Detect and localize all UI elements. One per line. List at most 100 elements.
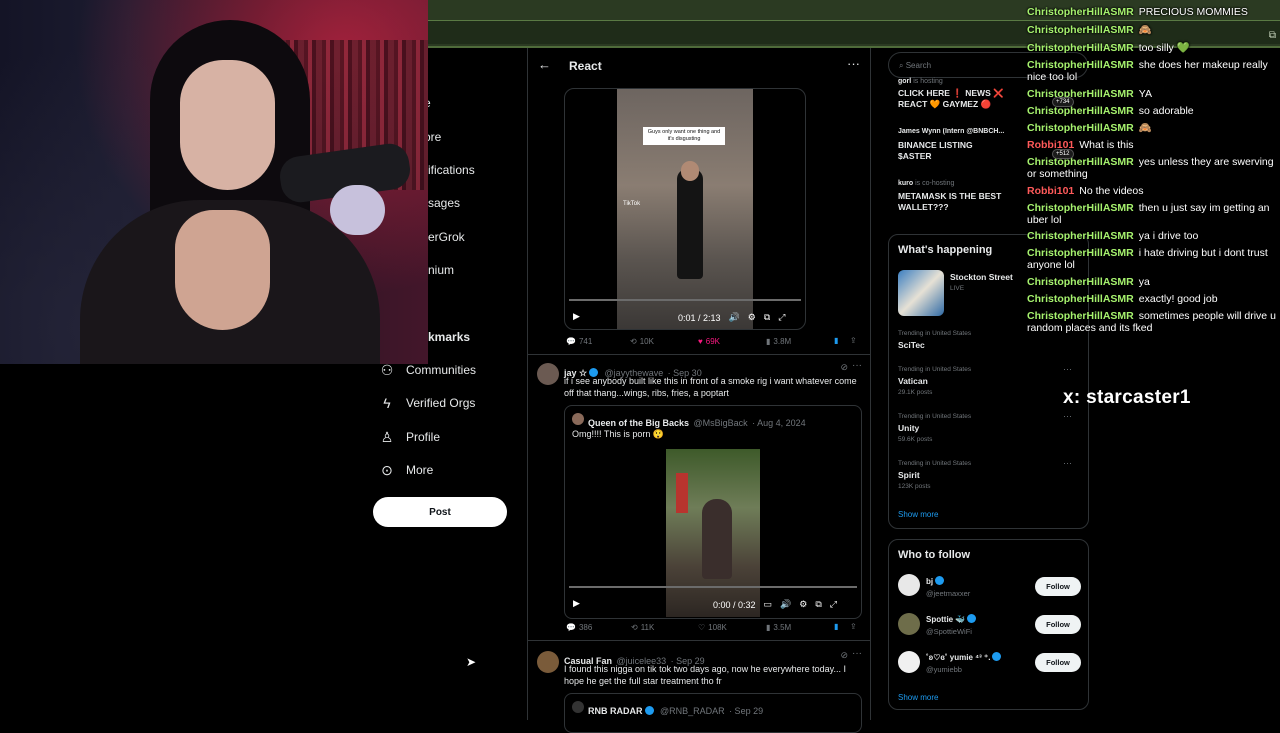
like-button[interactable]: ♡ 108K [698, 623, 727, 632]
play-icon[interactable]: ▶ [573, 311, 580, 322]
quote-author: RNB RADAR @RNB_RADAR · Sep 29 [588, 701, 763, 719]
reply-button[interactable]: 💬 741 [566, 337, 592, 346]
share-icon[interactable]: ⇪ [850, 336, 857, 345]
follow-button[interactable]: Follow [1035, 577, 1081, 596]
avatar[interactable] [898, 613, 920, 635]
back-arrow-icon[interactable]: ← [538, 57, 551, 72]
trend-name: Vatican [898, 376, 928, 386]
avatar[interactable] [898, 651, 920, 673]
account-handle[interactable]: @jeetmaxxer [926, 589, 970, 598]
nav-item-supergrok[interactable]: erGrok [428, 227, 465, 247]
avatar[interactable] [537, 651, 559, 673]
space-status: is co-hosting [915, 180, 955, 187]
video-player[interactable]: Guys only want one thing and it's disgus… [564, 88, 806, 330]
chat-username: ChristopherHillASMR [1027, 230, 1134, 242]
grok-icon[interactable]: ⊘ [840, 362, 848, 373]
space-card[interactable]: James Wynn (Intern @BNBCH... BINANCE LIS… [898, 128, 1028, 162]
more-options-icon[interactable]: ··· [1063, 411, 1072, 421]
nav-item-premium[interactable]: nium [428, 260, 454, 280]
views-button[interactable]: ▮ 3.8M [766, 337, 791, 346]
video-time: 0:00 / 0:32 [713, 599, 756, 610]
more-options-icon[interactable]: ··· [847, 56, 860, 71]
share-icon[interactable]: ⇪ [850, 622, 857, 631]
account-name[interactable]: ˚ʚ♡ɞ˚ yumie ⁴³ ⁺. [926, 652, 1003, 662]
follow-button[interactable]: Follow [1035, 653, 1081, 672]
featured-title[interactable]: Stockton Street [950, 272, 1013, 282]
pip-icon[interactable]: ⧉ [815, 599, 821, 610]
video-progress[interactable] [569, 299, 801, 301]
more-options-icon[interactable]: ··· [1063, 364, 1072, 374]
chat-username: ChristopherHillASMR [1027, 24, 1134, 36]
space-host: James Wynn (Intern @BNBCH... [898, 128, 1005, 135]
show-more-link[interactable]: Show more [898, 693, 938, 702]
quote-tweet[interactable]: RNB RADAR @RNB_RADAR · Sep 29 [564, 693, 862, 733]
show-more-link[interactable]: Show more [898, 510, 938, 519]
nav-item-verified-orgs[interactable]: ϟ Verified Orgs [378, 393, 475, 413]
bookmark-icon[interactable]: ▮ [834, 336, 838, 345]
chat-text: What is this [1079, 139, 1134, 151]
repost-button[interactable]: ⟲ 11K [631, 623, 654, 632]
quote-author-name: Queen of the Big Backs [588, 418, 690, 428]
video-frame: Guys only want one thing and it's disgus… [617, 89, 753, 329]
video-controls: 0:00 / 0:32 ▭ 🔊 ⚙ ⧉ ⤢ [713, 599, 837, 610]
video-progress[interactable] [569, 586, 857, 588]
play-icon[interactable]: ▶ [573, 598, 580, 609]
like-count: 108K [708, 623, 727, 632]
trend-item[interactable]: Trending in United States Vatican 29.1K … [898, 364, 1078, 396]
featured-thumbnail[interactable] [898, 270, 944, 316]
bookmark-icon[interactable]: ▮ [834, 622, 838, 631]
trend-item[interactable]: Trending in United States Unity 59.6K po… [898, 411, 1078, 443]
fullscreen-icon[interactable]: ⤢ [778, 312, 785, 323]
nav-label: Verified Orgs [406, 396, 476, 410]
quote-author-handle: @RNB_RADAR [659, 706, 725, 716]
nav-item-bookmarks[interactable]: kmarks [428, 327, 470, 347]
account-handle[interactable]: @SpottieWiFi [926, 627, 972, 636]
volume-icon[interactable]: 🔊 [780, 599, 791, 610]
avatar[interactable] [537, 363, 559, 385]
like-button[interactable]: ♥ 69K [698, 337, 720, 346]
grok-icon[interactable]: ⊘ [840, 650, 848, 661]
account-name[interactable]: Spottie 🐳 [926, 614, 978, 624]
more-options-icon[interactable]: ··· [852, 360, 862, 371]
volume-icon[interactable]: 🔊 [729, 312, 740, 323]
profile-icon: ♙ [380, 428, 394, 445]
more-options-icon[interactable]: ··· [1063, 458, 1072, 468]
more-options-icon[interactable]: ··· [852, 648, 862, 659]
captions-icon[interactable]: ▭ [764, 599, 773, 610]
follow-button[interactable]: Follow [1035, 615, 1081, 634]
person-figure [702, 499, 732, 579]
chat-username: ChristopherHillASMR [1027, 247, 1134, 259]
stream-chat: ChristopherHillASMR PRECIOUS MOMMIES Chri… [1025, 4, 1280, 344]
nav-item-notifications[interactable]: ifications [428, 160, 475, 180]
reply-icon: 💬 [566, 623, 576, 632]
space-card[interactable]: kuro is co-hosting METAMASK IS THE BEST … [898, 180, 1028, 213]
tweet[interactable]: jay ☆ @jayythewave · Sep 30 ⊘ ··· if i s… [528, 354, 870, 640]
space-title: METAMASK IS THE BEST WALLET??? [898, 191, 1002, 212]
nav-item-profile[interactable]: ♙ Profile [378, 427, 440, 447]
streamer-chest [175, 210, 270, 330]
repost-button[interactable]: ⟲ 10K [630, 337, 654, 346]
quote-tweet[interactable]: Queen of the Big Backs @MsBigBack · Aug … [564, 405, 862, 619]
fullscreen-icon[interactable]: ⤢ [830, 599, 837, 610]
account-handle[interactable]: @yumiebb [926, 665, 962, 674]
account-name[interactable]: bj [926, 576, 946, 586]
nav-label: Communities [406, 363, 477, 377]
trend-count: 29.1K posts [898, 389, 933, 396]
pip-icon[interactable]: ⧉ [764, 312, 770, 323]
avatar[interactable] [898, 574, 920, 596]
settings-icon[interactable]: ⚙ [748, 312, 756, 323]
tiktok-watermark: TikTok [623, 201, 641, 207]
nav-item-messages[interactable]: sages [428, 193, 460, 213]
settings-icon[interactable]: ⚙ [799, 599, 807, 610]
person-figure [677, 169, 703, 279]
chat-message: ChristopherHillASMR sometimes people will… [1027, 310, 1279, 334]
chat-message: ChristopherHillASMR yes unless they are s… [1027, 156, 1279, 180]
tweet[interactable]: Casual Fan @juicelee33 · Sep 29 ⊘ ··· I … [528, 640, 870, 733]
space-card[interactable]: gorl is hosting CLICK HERE ❗ NEWS ❌ REAC… [898, 78, 1028, 110]
trend-item[interactable]: Trending in United States Spirit 123K po… [898, 458, 1078, 490]
views-button[interactable]: ▮ 3.5M [766, 623, 791, 632]
reply-button[interactable]: 💬 386 [566, 623, 592, 632]
chat-text: PRECIOUS MOMMIES [1138, 6, 1248, 18]
post-button[interactable]: Post [373, 497, 507, 527]
nav-item-more[interactable]: ⊙ More [378, 460, 433, 480]
